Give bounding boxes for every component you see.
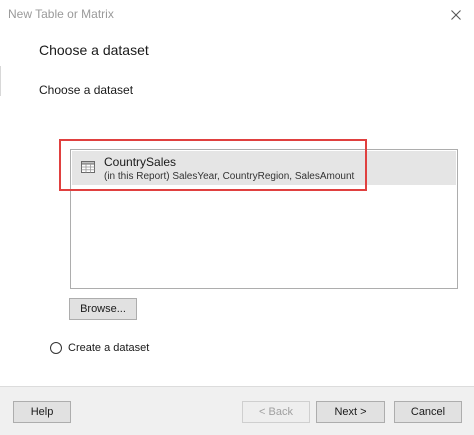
window-edge-divider [0,66,1,96]
create-dataset-label: Create a dataset [68,342,150,354]
dataset-fields: (in this Report) SalesYear, CountryRegio… [104,171,355,182]
create-dataset-option[interactable]: Create a dataset [50,341,149,355]
back-button[interactable]: < Back [242,401,310,423]
table-icon [81,161,95,173]
title-bar: New Table or Matrix [0,0,474,30]
create-dataset-radio[interactable] [50,342,62,354]
page-title: Choose a dataset [39,42,149,58]
window-title: New Table or Matrix [8,7,114,21]
next-button[interactable]: Next > [316,401,385,423]
browse-button[interactable]: Browse... [69,298,137,320]
close-icon [451,10,461,20]
dataset-section-label: Choose a dataset [39,83,134,97]
new-table-or-matrix-dialog: New Table or Matrix Choose a dataset Cho… [0,0,474,435]
dataset-item-countrysales[interactable]: CountrySales (in this Report) SalesYear,… [72,151,456,185]
cancel-button[interactable]: Cancel [394,401,462,423]
dataset-list[interactable]: CountrySales (in this Report) SalesYear,… [70,149,458,289]
dataset-name: CountrySales [104,155,177,169]
close-button[interactable] [438,0,474,30]
help-button[interactable]: Help [13,401,71,423]
